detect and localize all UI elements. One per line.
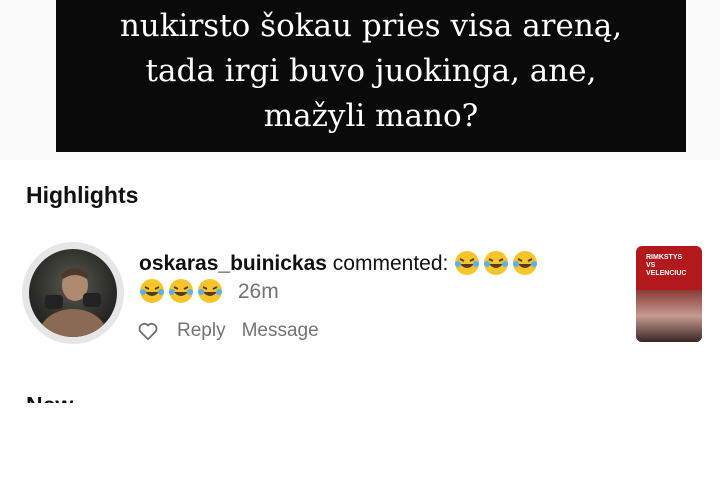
comment-row-line2: 26m: [139, 278, 279, 304]
thumbnail-line: RIMKSTYS: [646, 254, 683, 261]
heart-icon[interactable]: [137, 320, 159, 342]
message-button[interactable]: Message: [242, 320, 319, 342]
thumbnail-photo: [636, 290, 702, 342]
laughing-emoji-icon: [513, 251, 538, 275]
avatar[interactable]: [22, 242, 124, 344]
comment-timestamp: 26m: [237, 280, 279, 303]
thumbnail-poster-text: RIMKSTYS VS VELENCIUC: [646, 254, 686, 278]
new-heading: New: [26, 392, 73, 403]
post-thumbnail[interactable]: RIMKSTYS VS VELENCIUC: [636, 246, 702, 342]
laughing-emoji-icon: [455, 251, 480, 275]
caption-box: nukirsto šokau pries visa areną, tada ir…: [56, 0, 686, 152]
thumbnail-line: VELENCIUC: [646, 270, 687, 277]
caption-line-3: mažyli mano?: [263, 98, 479, 134]
laughing-emoji-icon: [140, 279, 164, 303]
reply-button[interactable]: Reply: [177, 320, 226, 342]
comment-action: commented:: [332, 252, 449, 275]
avatar-photo: [29, 249, 117, 337]
laughing-emoji-icon: [169, 279, 193, 303]
laughing-emoji-icon: [198, 279, 222, 303]
laughing-emoji-icon: [484, 251, 509, 275]
story-preview-area: nukirsto šokau pries visa areną, tada ir…: [0, 0, 720, 160]
highlights-heading: Highlights: [26, 182, 139, 208]
thumbnail-line: VS: [646, 262, 656, 269]
caption-line-1: nukirsto šokau pries visa areną,: [119, 8, 623, 44]
caption-line-2: tada irgi buvo juokinga, ane,: [145, 53, 597, 89]
comment-row-line1: oskaras_buinickas commented:: [139, 250, 541, 276]
username-link[interactable]: oskaras_buinickas: [139, 252, 327, 275]
comment-actions: Reply Message: [137, 320, 319, 342]
